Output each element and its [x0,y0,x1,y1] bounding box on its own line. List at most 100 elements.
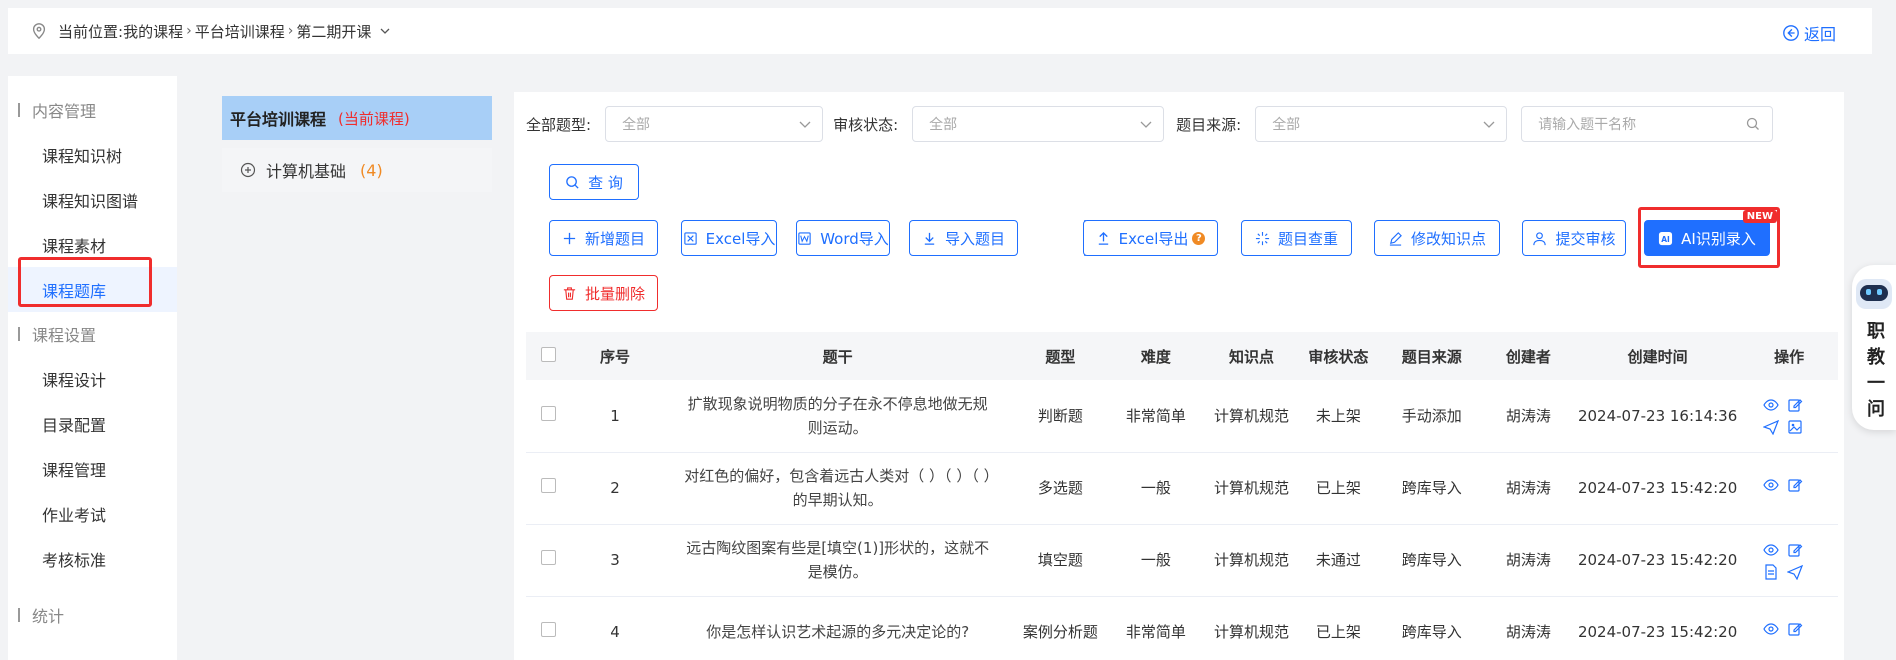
header-difficulty: 难度 [1103,332,1209,380]
select-all-checkbox[interactable] [541,346,557,362]
row-difficulty: 非常简单 [1103,380,1209,453]
import-questions-button[interactable]: 导入题目 [909,220,1018,256]
eye-icon[interactable] [1763,397,1779,413]
row-stem: 扩散现象说明物质的分子在永不停息地做无规则运动。 [658,380,1017,453]
query-button[interactable]: 查 询 [549,164,639,200]
header-review-status: 审核状态 [1294,332,1382,380]
type-filter-select[interactable]: 全部 [605,106,824,142]
search-icon[interactable] [1746,117,1760,131]
row-actions [1763,397,1815,436]
chevron-right-icon: › [186,23,192,39]
sparkle-icon [1255,231,1270,245]
ai-assistant-widget[interactable]: 职教一问 [1852,265,1896,430]
row-review-status: 已上架 [1294,452,1382,525]
pencil-icon [1389,231,1402,246]
upload-icon [1098,231,1108,245]
send-icon[interactable] [1763,419,1780,436]
sidebar-item-catalog-config[interactable]: 目录配置 [8,401,177,446]
sidebar-item-assessment[interactable]: 考核标准 [8,536,177,581]
eye-icon[interactable] [1763,621,1779,637]
row-checkbox[interactable] [541,478,557,493]
table-row: 4 你是怎样认识艺术起源的多元决定论的? 案例分析题 非常简单 计算机规范 已上架 跨库导入… [526,596,1838,660]
back-label: 返回 [1803,25,1836,44]
sidebar-group-content: 内容管理 [8,88,177,132]
image-icon[interactable] [1787,419,1803,435]
tree-node-count: (4) [360,160,383,180]
row-no: 1 [571,380,659,453]
tree-node-computer-basics[interactable]: 计算机基础 (4) [222,148,492,192]
row-knowledge-point: 计算机规范 [1208,452,1295,525]
header-actions: 操作 [1740,332,1838,380]
row-review-status: 已上架 [1294,596,1382,660]
sidebar-item-course-design[interactable]: 课程设计 [8,356,177,401]
doc-icon[interactable] [1763,563,1779,580]
stem-search-input[interactable]: 请输入题干名称 [1521,106,1774,142]
row-created-time: 2024-07-23 15:42:20 [1575,524,1741,597]
row-stem: 你是怎样认识艺术起源的多元决定论的? [658,596,1017,660]
row-no: 4 [571,596,659,660]
table-header-row: 序号 题干 题型 难度 知识点 审核状态 题目来源 创建者 创建时间 操作 [526,332,1838,380]
modify-knowledge-point-button[interactable]: 修改知识点 [1374,220,1500,256]
edit-icon[interactable] [1787,397,1803,413]
edit-icon[interactable] [1787,477,1803,493]
header-creator: 创建者 [1481,332,1576,380]
highlight-box [18,257,152,307]
table-row: 3 远古陶纹图案有些是[填空(1)]形状的，这就不是模仿。 填空题 一般 计算机规范 未通… [526,524,1838,597]
row-actions-cell [1740,452,1838,525]
sidebar-item-knowledge-tree[interactable]: 课程知识树 [8,132,177,177]
chevron-down-icon[interactable] [379,25,391,37]
row-checkbox[interactable] [541,622,557,637]
table-row: 1 扩散现象说明物质的分子在永不停息地做无规则运动。 判断题 非常简单 计算机规范 未上架… [526,380,1838,453]
row-knowledge-point: 计算机规范 [1208,524,1295,597]
row-created-time: 2024-07-23 15:42:20 [1575,452,1741,525]
breadcrumb-term[interactable]: 第二期开课 [296,21,371,42]
send-icon[interactable] [1787,564,1804,580]
breadcrumb-my-courses[interactable]: 我的课程 [123,21,183,42]
tree-node-label: 计算机基础 [266,162,347,181]
row-type: 案例分析题 [1016,596,1104,660]
row-checkbox[interactable] [541,405,557,421]
help-icon[interactable]: ? [1192,231,1206,245]
question-bank-panel: 全部题型: 全部 审核状态: 全部 题目来源: 全部 请输入题干名称 查 询 新… [514,92,1844,660]
row-checkbox[interactable] [541,550,557,565]
breadcrumb-course[interactable]: 平台培训课程 [195,21,285,42]
row-review-status: 未通过 [1294,524,1382,597]
tree-root[interactable]: 平台培训课程 (当前课程) [222,96,492,140]
add-question-button[interactable]: 新增题目 [549,220,658,256]
edit-icon[interactable] [1787,542,1803,558]
eye-icon[interactable] [1763,542,1779,558]
row-type: 填空题 [1016,524,1104,597]
plus-circle-icon[interactable] [240,162,256,178]
submit-review-button[interactable]: 提交审核 [1522,220,1626,256]
row-review-status: 未上架 [1294,380,1382,453]
breadcrumb-label: 当前位置: [58,22,124,41]
excel-import-button[interactable]: Excel导入 [681,220,777,256]
header-stem: 题干 [658,332,1017,380]
status-filter-select[interactable]: 全部 [912,106,1165,142]
row-difficulty: 一般 [1103,524,1209,597]
header-source: 题目来源 [1381,332,1482,380]
row-source: 手动添加 [1381,380,1482,453]
source-filter-select[interactable]: 全部 [1255,106,1508,142]
batch-delete-button[interactable]: 批量删除 [549,275,658,311]
word-import-button[interactable]: Word导入 [796,220,890,256]
row-creator: 胡涛涛 [1481,596,1576,660]
eye-icon[interactable] [1763,477,1779,493]
sidebar-item-course-manage[interactable]: 课程管理 [8,446,177,491]
row-no: 3 [571,524,659,597]
excel-icon [683,231,697,245]
trash-icon [563,286,576,300]
dedupe-button[interactable]: 题目查重 [1241,220,1352,256]
row-source: 跨库导入 [1381,524,1482,597]
row-creator: 胡涛涛 [1481,524,1576,597]
row-created-time: 2024-07-23 16:14:36 [1575,380,1741,453]
header-created-time: 创建时间 [1575,332,1741,380]
back-button[interactable]: 返回 [1782,21,1836,45]
row-creator: 胡涛涛 [1481,452,1576,525]
edit-icon[interactable] [1787,621,1803,637]
sidebar-item-homework-exam[interactable]: 作业考试 [8,491,177,536]
sidebar-item-knowledge-graph[interactable]: 课程知识图谱 [8,177,177,222]
table-row: 2 对红色的偏好，包含着远古人类对（ ）（ ）（ ）的早期认知。 多选题 一般 计算机规… [526,452,1838,525]
excel-export-button[interactable]: Excel导出 ? [1083,220,1218,256]
breadcrumb-bar: 当前位置: 我的课程 › 平台培训课程 › 第二期开课 返回 [8,8,1872,54]
